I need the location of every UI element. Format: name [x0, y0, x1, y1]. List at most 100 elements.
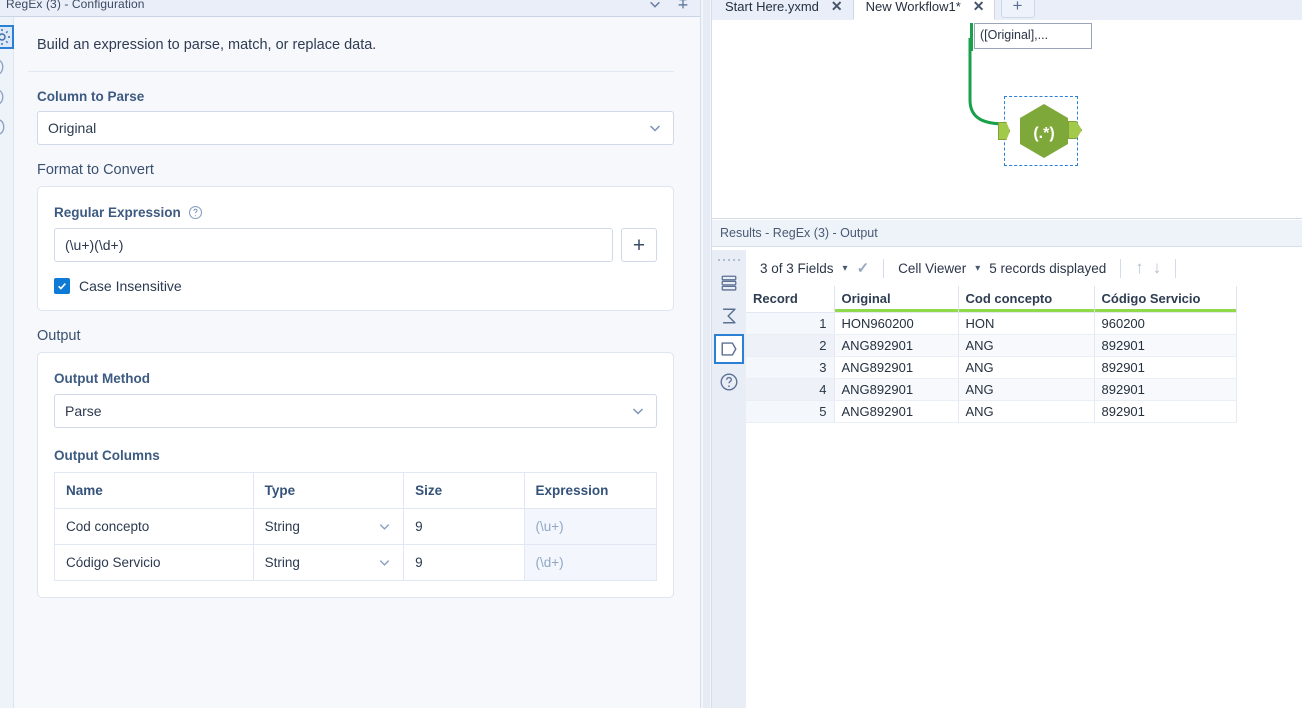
table-row[interactable]: Cod concepto String 9 (\u+): [54, 508, 658, 545]
output-columns-label: Output Columns: [54, 448, 160, 463]
workflow-tab-start-here[interactable]: Start Here.yxmd ✕: [712, 0, 853, 20]
header-cod-concepto[interactable]: Cod concepto: [958, 286, 1095, 313]
table-row[interactable]: 4 ANG892901 ANG 892901: [746, 378, 1237, 401]
panel-splitter[interactable]: [700, 0, 712, 708]
cell-original[interactable]: ANG892901: [834, 334, 959, 357]
tab-label: New Workflow1*: [865, 0, 961, 14]
node-output-port[interactable]: [1068, 121, 1082, 139]
help-icon[interactable]: [716, 369, 742, 395]
configuration-panel: RegEx (3) - Configuration Build an expre…: [0, 0, 700, 708]
add-expression-button[interactable]: +: [621, 228, 657, 262]
apply-check-icon[interactable]: ✓: [857, 259, 870, 277]
header-original[interactable]: Original: [834, 286, 959, 313]
configuration-scrollbar[interactable]: [703, 0, 710, 708]
workflow-tabstrip: Start Here.yxmd ✕ New Workflow1* ✕ +: [712, 0, 1302, 20]
table-icon[interactable]: [716, 270, 742, 296]
cell-codigo-servicio[interactable]: 892901: [1094, 356, 1237, 379]
cell-record: 2: [746, 334, 835, 357]
cell-cod-concepto[interactable]: ANG: [958, 400, 1095, 423]
chevron-icon-3[interactable]: [0, 117, 12, 137]
cell-codigo-servicio[interactable]: 892901: [1094, 400, 1237, 423]
cell-cod-concepto[interactable]: ANG: [958, 378, 1095, 401]
toolbar-divider: [883, 258, 885, 278]
header-codigo-servicio[interactable]: Código Servicio: [1094, 286, 1237, 313]
close-icon[interactable]: ✕: [973, 0, 985, 15]
output-columns-header-row: Name Type Size Expression: [54, 472, 658, 509]
cell-original[interactable]: ANG892901: [834, 378, 959, 401]
chevron-down-icon: [632, 408, 644, 415]
chevron-down-icon[interactable]: [648, 0, 662, 11]
cell-viewer-label[interactable]: Cell Viewer: [898, 261, 966, 276]
configuration-icon-rail: [0, 17, 14, 708]
cell-original[interactable]: HON960200: [834, 312, 959, 335]
output-column-type[interactable]: String: [252, 508, 405, 545]
chevron-down-icon: [649, 125, 661, 132]
chevron-icon-2[interactable]: [0, 87, 12, 107]
cell-cod-concepto[interactable]: ANG: [958, 356, 1095, 379]
output-column-expression: (\u+): [523, 508, 658, 545]
table-row[interactable]: 1 HON960200 HON 960200: [746, 312, 1237, 335]
results-header-row: Record Original Cod concepto Código Serv…: [746, 286, 1237, 313]
cell-cod-concepto[interactable]: HON: [958, 312, 1095, 335]
header-expression: Expression: [523, 472, 658, 509]
output-method-select[interactable]: Parse: [54, 394, 657, 428]
table-row[interactable]: 5 ANG892901 ANG 892901: [746, 400, 1237, 423]
chevron-down-icon[interactable]: [377, 519, 392, 534]
fields-dropdown-caret-icon[interactable]: ▾: [843, 263, 848, 274]
workflow-canvas[interactable]: ([Original],... (.*): [712, 20, 1302, 219]
output-column-size[interactable]: 9: [403, 508, 525, 545]
table-row[interactable]: Código Servicio String 9 (\d+): [54, 544, 658, 581]
chevron-icon-1[interactable]: [0, 57, 12, 77]
cell-codigo-servicio[interactable]: 892901: [1094, 334, 1237, 357]
cell-record: 5: [746, 400, 835, 423]
header-record[interactable]: Record: [746, 286, 835, 313]
toolbar-divider: [1175, 258, 1177, 278]
new-tab-button[interactable]: +: [1000, 0, 1035, 18]
output-column-type-value: String: [264, 519, 300, 534]
case-insensitive-checkbox[interactable]: [54, 278, 70, 294]
table-row[interactable]: 2 ANG892901 ANG 892901: [746, 334, 1237, 357]
toolbar-divider: [1120, 258, 1122, 278]
data-profile-icon[interactable]: [714, 334, 744, 364]
column-to-parse-select[interactable]: Original: [37, 111, 674, 145]
scroll-up-icon[interactable]: ↑: [1135, 258, 1144, 278]
regex-node-icon[interactable]: (.*): [1015, 102, 1073, 160]
help-icon[interactable]: [188, 205, 203, 220]
cell-record: 3: [746, 356, 835, 379]
records-displayed-label: 5 records displayed: [989, 260, 1107, 276]
cell-original[interactable]: ANG892901: [834, 400, 959, 423]
pin-icon[interactable]: [676, 0, 690, 11]
header-name: Name: [54, 472, 254, 509]
output-column-name[interactable]: Código Servicio: [54, 544, 254, 581]
format-to-convert-card: Regular Expression (\u+)(\d+) + Case Ins…: [37, 186, 674, 311]
cell-record: 1: [746, 312, 835, 335]
regular-expression-input[interactable]: (\u+)(\d+): [54, 228, 613, 262]
close-icon[interactable]: ✕: [831, 0, 843, 15]
fields-count-label[interactable]: 3 of 3 Fields: [760, 261, 834, 276]
cell-viewer-caret-icon[interactable]: ▾: [975, 263, 980, 274]
results-panel-title: Results - RegEx (3) - Output: [712, 220, 1302, 247]
cell-cod-concepto[interactable]: ANG: [958, 334, 1095, 357]
column-to-parse-label: Column to Parse: [37, 89, 145, 104]
workflow-tab-new-workflow1[interactable]: New Workflow1* ✕: [852, 0, 995, 20]
output-method-value: Parse: [65, 403, 102, 419]
case-insensitive-row[interactable]: Case Insensitive: [54, 262, 657, 294]
cell-codigo-servicio[interactable]: 892901: [1094, 378, 1237, 401]
cell-codigo-servicio[interactable]: 960200: [1094, 312, 1237, 335]
chevron-down-icon[interactable]: [377, 555, 392, 570]
gear-icon[interactable]: [0, 25, 14, 49]
output-section-label: Output: [37, 328, 81, 344]
configuration-body: Build an expression to parse, match, or …: [14, 17, 690, 708]
results-table: Record Original Cod concepto Código Serv…: [746, 286, 1237, 423]
results-data-grid[interactable]: Record Original Cod concepto Código Serv…: [746, 286, 1302, 708]
cell-original[interactable]: ANG892901: [834, 356, 959, 379]
output-column-type[interactable]: String: [252, 544, 405, 581]
output-method-label: Output Method: [54, 371, 150, 386]
table-row[interactable]: 3 ANG892901 ANG 892901: [746, 356, 1237, 379]
output-card: Output Method Parse Output Columns Name …: [37, 352, 674, 598]
output-column-size[interactable]: 9: [403, 544, 525, 581]
output-column-name[interactable]: Cod concepto: [54, 508, 254, 545]
rail-grip[interactable]: [718, 256, 740, 263]
summary-sigma-icon[interactable]: [716, 303, 742, 329]
scroll-down-icon[interactable]: ↓: [1153, 258, 1162, 278]
